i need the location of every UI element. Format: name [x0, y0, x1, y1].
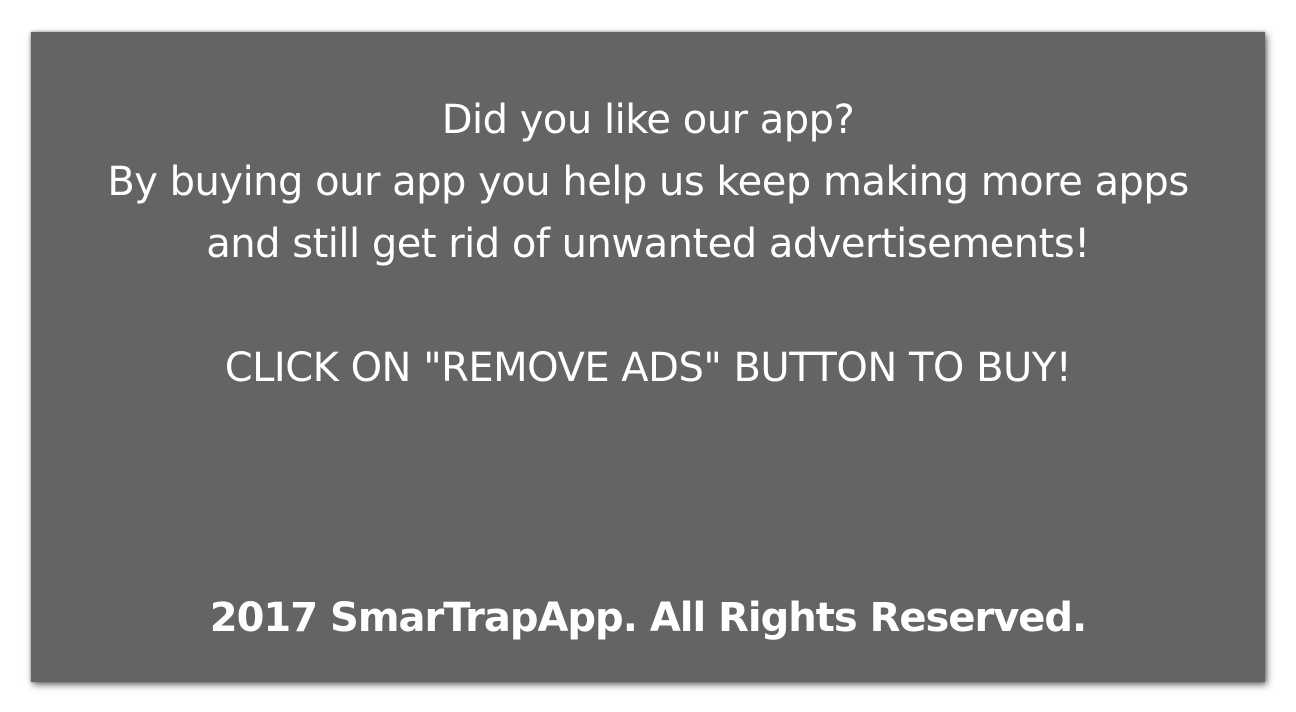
promo-message: Did you like our app? By buying our app …	[31, 89, 1265, 399]
remove-ads-instruction: CLICK ON "REMOVE ADS" BUTTON TO BUY!	[224, 345, 1072, 391]
copyright-footer: 2017 SmarTrapApp. All Rights Reserved.	[209, 595, 1087, 641]
promo-support-text: By buying our app you help us keep makin…	[107, 159, 1189, 205]
promo-panel: Did you like our app? By buying our app …	[31, 32, 1265, 682]
promo-ads-text: and still get rid of unwanted advertisem…	[206, 221, 1090, 267]
promo-question: Did you like our app?	[441, 97, 855, 143]
